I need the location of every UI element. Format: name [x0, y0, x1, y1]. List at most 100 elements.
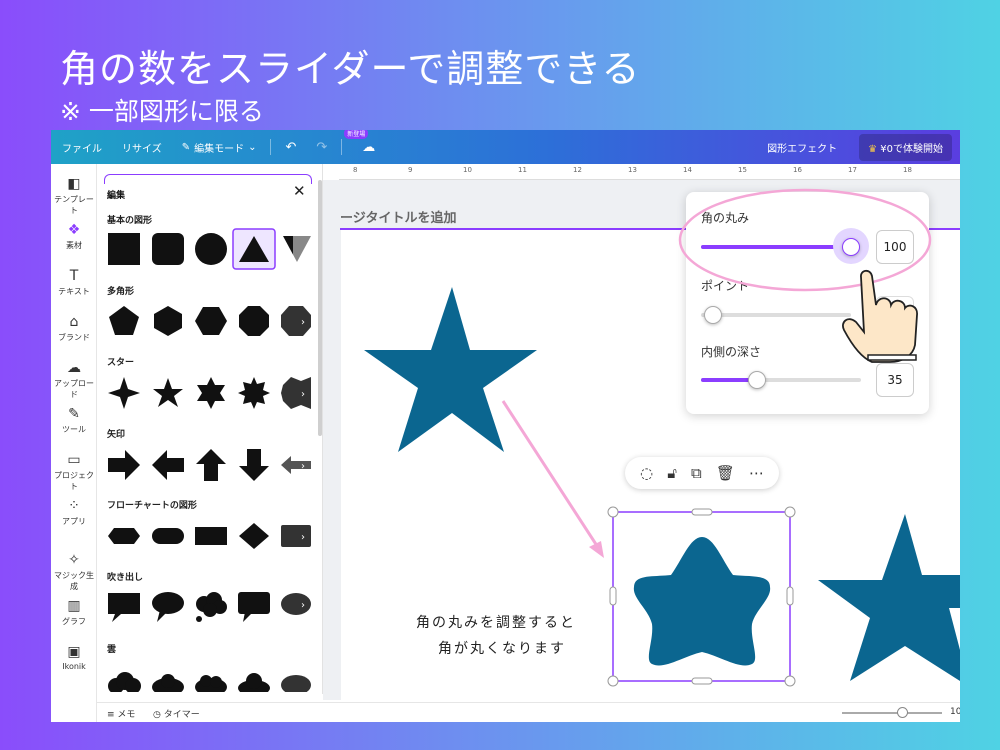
comment-add-icon[interactable]: ◌: [640, 464, 653, 482]
hexagon-shape[interactable]: [151, 304, 185, 338]
arrows-row: ›: [107, 448, 317, 490]
pencil-icon: ✎: [181, 141, 191, 153]
side-rail: ◧ テンプレート ❖ 素材 T テキスト ⌂ ブランド ☁ アップロード ✎ ツール ▭ プロ…: [51, 164, 97, 722]
category-arrows: 矢印: [107, 430, 126, 440]
square-shape[interactable]: [107, 232, 141, 266]
flow-process-shape[interactable]: [194, 519, 228, 553]
rail-ikonik[interactable]: ▣ Ikonik: [51, 644, 97, 671]
cloud-shape-2[interactable]: [151, 670, 185, 692]
arrow-up-shape[interactable]: [194, 448, 228, 482]
rail-magic[interactable]: ✧ マジック生成: [51, 552, 97, 592]
ruler-tick: 10: [463, 166, 472, 174]
rail-text[interactable]: T テキスト: [51, 268, 97, 297]
cloud-shape-4[interactable]: [237, 670, 271, 692]
pentagon-shape[interactable]: [107, 304, 141, 338]
rail-chart[interactable]: ▥ グラフ: [51, 598, 97, 627]
panel-scrollbar[interactable]: [318, 180, 322, 436]
six-point-star-shape[interactable]: [194, 376, 228, 410]
more-arrow-icon[interactable]: ›: [281, 448, 311, 482]
bubble-oval-shape[interactable]: [151, 590, 185, 624]
more-arrow-icon[interactable]: ›: [281, 590, 311, 624]
cloud-shape-3[interactable]: [194, 670, 228, 692]
redo-button[interactable]: ↷: [306, 140, 337, 155]
rounded-square-shape[interactable]: [151, 232, 185, 266]
apps-icon: ⁘: [68, 498, 80, 514]
cloud-save-button[interactable]: 新登場 ☁: [344, 130, 385, 155]
roundness-label: 角の丸み: [701, 211, 750, 225]
shape-effects-button[interactable]: 図形エフェクト: [757, 140, 847, 155]
arrow-down-shape[interactable]: [237, 448, 271, 482]
lock-icon[interactable]: 🔓︎: [667, 464, 677, 482]
triangle-shape-selected[interactable]: [232, 228, 276, 270]
page-title-field[interactable]: ージタイトルを追加: [340, 207, 456, 226]
rail-label: アップロード: [54, 379, 94, 399]
close-icon[interactable]: ✕: [293, 182, 306, 200]
file-menu[interactable]: ファイル: [51, 140, 112, 155]
zoom-slider[interactable]: [842, 712, 942, 714]
category-speech-bubbles: 吹き出し: [107, 573, 144, 583]
rail-tools[interactable]: ✎ ツール: [51, 406, 97, 435]
category-stars: スター: [107, 358, 135, 368]
ruler-tick: 15: [738, 166, 747, 174]
roundness-knob[interactable]: [842, 238, 860, 256]
rail-brand[interactable]: ⌂ ブランド: [51, 314, 97, 343]
bubble-rect-shape[interactable]: [107, 590, 141, 624]
folder-icon: ▭: [67, 452, 81, 468]
points-slider[interactable]: [701, 313, 851, 317]
category-polygons: 多角形: [107, 287, 135, 297]
slide-subtitle: ※ 一部図形に限る: [60, 97, 264, 126]
ruler-tick: 13: [628, 166, 637, 174]
arrow-right-shape[interactable]: [107, 448, 141, 482]
octagon-shape[interactable]: [237, 304, 271, 338]
more-arrow-icon[interactable]: ›: [281, 304, 311, 338]
crown-icon: ♛: [868, 143, 878, 155]
more-arrow-icon[interactable]: ›: [281, 376, 311, 410]
rail-label: テンプレート: [54, 195, 94, 215]
ruler-tick: 18: [903, 166, 912, 174]
depth-slider[interactable]: [701, 378, 861, 382]
rail-projects[interactable]: ▭ プロジェクト: [51, 452, 97, 492]
flow-decision-shape[interactable]: [237, 519, 271, 553]
timer-button[interactable]: ◷ タイマー: [153, 707, 200, 720]
more-arrow-icon[interactable]: ›: [281, 519, 311, 553]
rail-apps[interactable]: ⁘ アプリ: [51, 498, 97, 527]
trial-button[interactable]: ♛ ¥0で体験開始: [859, 133, 952, 161]
edit-mode-menu[interactable]: ✎ 編集モード ⌄: [172, 140, 267, 155]
rail-elements[interactable]: ❖ 素材: [51, 222, 97, 251]
flow-terminator-shape[interactable]: [151, 519, 185, 553]
zoom-knob[interactable]: [897, 707, 908, 718]
svg-text:›: ›: [301, 461, 305, 472]
svg-text:›: ›: [301, 600, 305, 611]
roundness-value[interactable]: 100: [876, 230, 914, 264]
search-field-edge: [104, 174, 312, 184]
five-point-star-shape[interactable]: [151, 376, 185, 410]
flow-hexagon-shape[interactable]: [107, 519, 141, 553]
duplicate-icon[interactable]: ⧉: [691, 464, 702, 482]
depth-knob[interactable]: [748, 371, 766, 389]
svg-text:›: ›: [301, 389, 305, 400]
text-icon: T: [69, 268, 79, 284]
eight-point-star-shape[interactable]: [237, 376, 271, 410]
resize-menu[interactable]: リサイズ: [112, 140, 172, 155]
depth-value[interactable]: 35: [876, 363, 914, 397]
rail-template[interactable]: ◧ テンプレート: [51, 176, 97, 216]
hexagon-flat-shape[interactable]: [194, 304, 228, 338]
points-knob[interactable]: [704, 306, 722, 324]
arrow-left-shape[interactable]: [151, 448, 185, 482]
cloud-shape-1[interactable]: [107, 670, 141, 692]
inverted-triangle-shape[interactable]: [283, 232, 311, 266]
undo-button[interactable]: ↶: [275, 140, 306, 155]
roundness-slider[interactable]: [701, 245, 851, 249]
more-arrow-icon[interactable]: [281, 670, 311, 692]
category-flowchart: フローチャートの図形: [107, 501, 197, 511]
top-toolbar: ファイル リサイズ ✎ 編集モード ⌄ ↶ ↷ 新登場 ☁ 図形エフェクト ♛ …: [51, 130, 960, 164]
rail-upload[interactable]: ☁ アップロード: [51, 360, 97, 400]
bubble-cloud-shape[interactable]: [194, 590, 228, 624]
trash-icon[interactable]: 🗑︎: [716, 464, 735, 482]
more-icon[interactable]: ⋯: [749, 464, 764, 482]
four-point-star-shape[interactable]: [107, 376, 141, 410]
bubble-rounded-shape[interactable]: [237, 590, 271, 624]
points-value[interactable]: [876, 296, 914, 330]
notes-button[interactable]: ≡ メモ: [107, 707, 135, 720]
circle-shape[interactable]: [194, 232, 228, 266]
